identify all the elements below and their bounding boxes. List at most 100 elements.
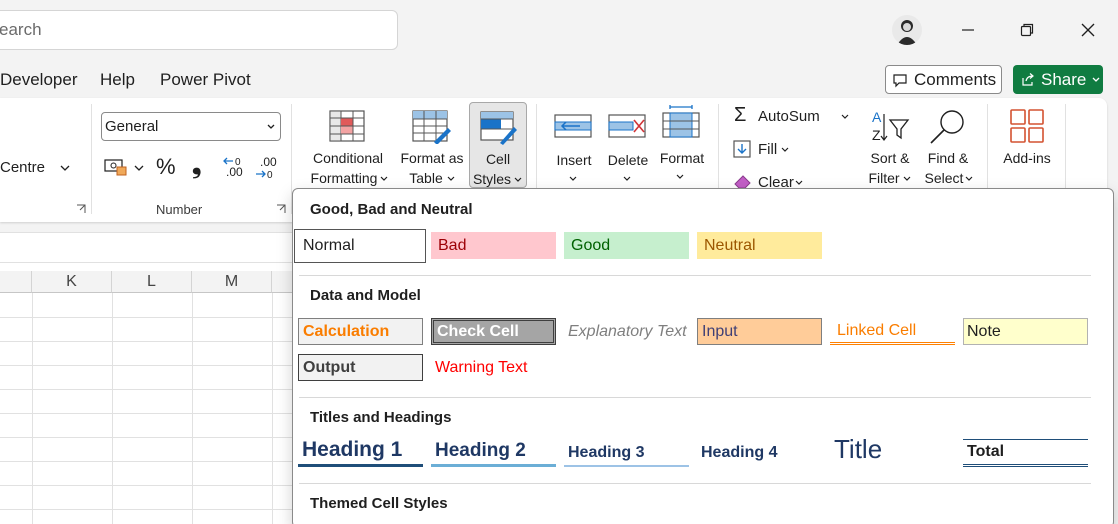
decrease-decimal-button[interactable]: .00 0 [254, 155, 278, 181]
cell-styles-label-1: Cell [485, 151, 511, 167]
style-total[interactable]: Total [963, 439, 1088, 467]
cell-styles-button[interactable]: Cell Styles [469, 102, 527, 188]
menu-developer[interactable]: Developer [0, 70, 78, 90]
sort-filter-button[interactable]: A Z Sort & Filter [864, 106, 916, 188]
svg-text:0: 0 [267, 170, 273, 180]
search-input[interactable]: earch [0, 10, 398, 50]
column-header-j[interactable] [0, 271, 32, 293]
style-explanatory-text[interactable]: Explanatory Text [564, 318, 689, 345]
percent-style-button[interactable]: % [156, 154, 176, 180]
chevron-down-icon [795, 180, 803, 185]
autosum-button[interactable]: Σ AutoSum [732, 104, 852, 128]
search-placeholder: earch [0, 20, 42, 39]
style-title[interactable]: Title [830, 433, 955, 465]
format-as-table-label-1: Format as [400, 150, 464, 166]
column-header-m[interactable]: M [192, 271, 272, 293]
style-calculation[interactable]: Calculation [298, 318, 423, 345]
dialog-launcher-icon[interactable] [76, 204, 86, 214]
conditional-formatting-label-2: Formatting [310, 170, 378, 186]
menu-help[interactable]: Help [100, 70, 135, 90]
insert-label: Insert [556, 152, 592, 168]
add-ins-button[interactable]: Add-ins [996, 106, 1058, 188]
style-good[interactable]: Good [564, 232, 689, 259]
insert-button[interactable]: Insert [548, 108, 600, 188]
grid-line [0, 461, 292, 462]
style-bad[interactable]: Bad [431, 232, 556, 259]
style-normal[interactable]: Normal [294, 229, 426, 263]
conditional-formatting-icon [329, 110, 365, 142]
style-heading-1[interactable]: Heading 1 [298, 437, 423, 467]
style-linked-cell[interactable]: Linked Cell [830, 318, 955, 345]
grid-line [112, 293, 113, 524]
cell-styles-icon [480, 111, 517, 145]
share-button[interactable]: Share [1013, 65, 1103, 94]
search-icon [930, 110, 964, 144]
grid-line [0, 317, 292, 318]
style-note[interactable]: Note [963, 318, 1088, 345]
chevron-down-icon [903, 176, 911, 181]
format-button[interactable]: Format [654, 105, 710, 188]
grid-line [272, 293, 273, 524]
delete-cells-icon [608, 114, 646, 138]
svg-text:Z: Z [872, 127, 881, 143]
style-heading-2[interactable]: Heading 2 [431, 437, 556, 467]
conditional-formatting-button[interactable]: Conditional Formatting [302, 108, 390, 188]
chevron-down-icon[interactable] [133, 162, 145, 174]
close-button[interactable] [1073, 15, 1103, 45]
grid-line [0, 509, 292, 510]
section-title-data-model: Data and Model [310, 287, 421, 304]
format-cells-icon [662, 105, 700, 138]
chevron-down-icon [514, 177, 522, 182]
autosum-label: AutoSum [758, 108, 820, 125]
comment-icon [893, 73, 907, 87]
chevron-down-icon [380, 176, 388, 181]
sort-filter-label-1: Sort & [870, 150, 910, 166]
comma-style-button[interactable]: ❟ [192, 152, 201, 180]
merge-centre-label[interactable]: Centre [0, 158, 45, 178]
chevron-down-icon[interactable] [59, 162, 71, 174]
style-heading-3[interactable]: Heading 3 [564, 439, 689, 467]
style-warning-text[interactable]: Warning Text [431, 354, 556, 381]
add-ins-label: Add-ins [1003, 150, 1051, 166]
close-icon [1081, 23, 1095, 37]
grid-line [0, 341, 292, 342]
style-heading-4[interactable]: Heading 4 [697, 439, 822, 467]
style-output[interactable]: Output [298, 354, 423, 381]
find-select-button[interactable]: Find & Select [920, 106, 976, 188]
column-header-k[interactable]: K [32, 271, 112, 293]
minimize-button[interactable] [953, 15, 983, 45]
accounting-format-icon[interactable] [104, 157, 128, 177]
section-divider [299, 397, 1091, 398]
style-input[interactable]: Input [697, 318, 822, 345]
comments-button[interactable]: Comments [885, 65, 1002, 94]
decrease-decimal-label: .00 [260, 155, 277, 169]
chevron-down-icon [841, 114, 849, 119]
avatar[interactable] [892, 15, 922, 45]
increase-decimal-label: .00 [226, 165, 243, 179]
style-neutral[interactable]: Neutral [697, 232, 822, 259]
chevron-down-icon [447, 176, 455, 181]
chevron-down-icon [965, 176, 973, 181]
format-as-table-button[interactable]: Format as Table [396, 108, 468, 188]
add-ins-icon [1010, 109, 1044, 143]
delete-button[interactable]: Delete [602, 108, 654, 188]
menu-power-pivot[interactable]: Power Pivot [160, 70, 251, 90]
fill-button[interactable]: Fill [732, 138, 802, 160]
restore-button[interactable] [1012, 15, 1042, 45]
dialog-launcher-icon[interactable] [276, 204, 286, 214]
column-header-l[interactable]: L [112, 271, 192, 293]
number-format-value: General [105, 118, 159, 135]
find-select-label-1: Find & [927, 150, 969, 166]
restore-icon [1020, 23, 1034, 37]
ribbon-separator [91, 104, 92, 214]
increase-decimal-button[interactable]: 0 .00 [222, 155, 246, 181]
formula-bar[interactable] [0, 232, 292, 263]
eraser-icon [734, 175, 751, 189]
section-title-titles-headings: Titles and Headings [310, 409, 452, 426]
format-label: Format [659, 150, 705, 166]
section-title-good-bad-neutral: Good, Bad and Neutral [310, 201, 473, 218]
number-format-select[interactable]: General [101, 112, 281, 141]
column-header-n[interactable] [272, 271, 292, 293]
sort-filter-icon: A Z [872, 109, 910, 143]
style-check-cell[interactable]: Check Cell [431, 318, 556, 345]
